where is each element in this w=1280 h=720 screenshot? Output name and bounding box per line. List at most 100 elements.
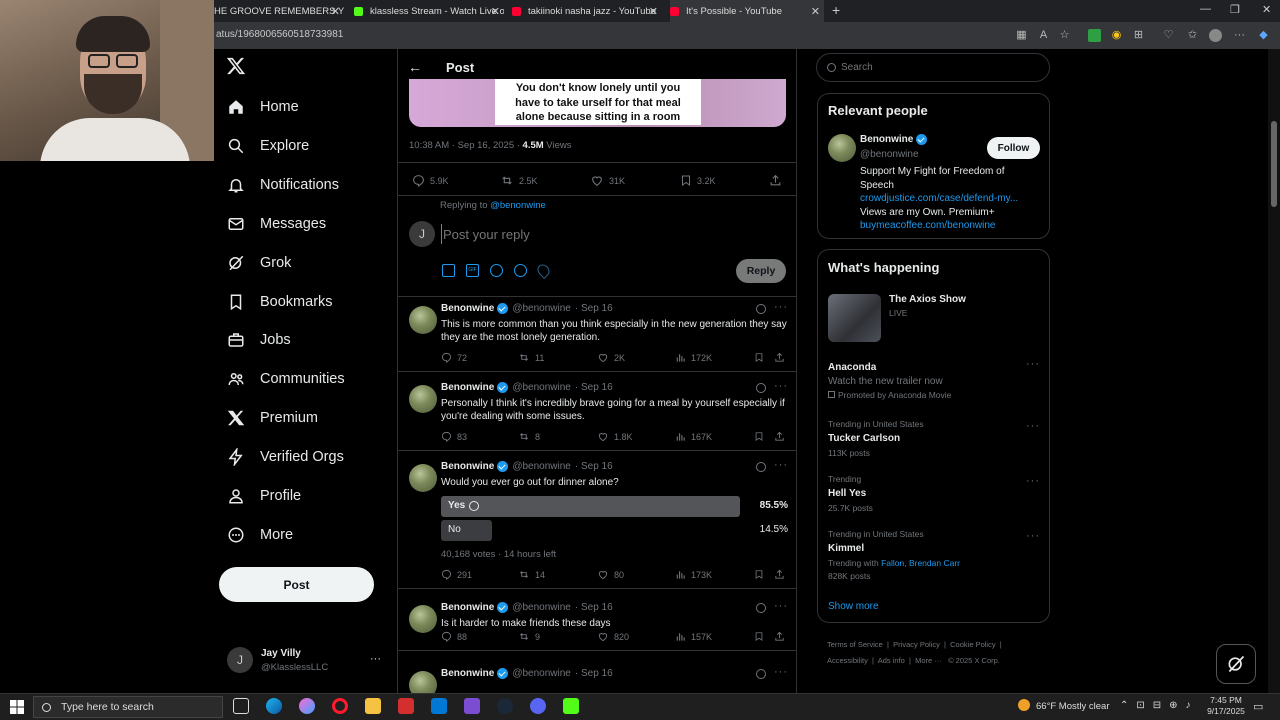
reply-input[interactable] xyxy=(441,224,721,244)
nav-item-jobs[interactable]: Jobs xyxy=(226,325,291,355)
bookmark-action[interactable] xyxy=(754,631,769,642)
nav-item-explore[interactable]: Explore xyxy=(226,131,309,161)
grok-explain-icon[interactable] xyxy=(756,462,766,472)
account-more-icon[interactable]: ··· xyxy=(370,653,381,665)
views-action[interactable]: 157K xyxy=(675,631,712,642)
repost-action[interactable]: 8 xyxy=(518,431,540,442)
opera-icon[interactable] xyxy=(332,698,348,714)
follow-button[interactable]: Follow xyxy=(987,137,1040,159)
trend-more-icon[interactable]: ··· xyxy=(1026,530,1040,542)
author-name[interactable]: Benonwine xyxy=(441,303,494,314)
app-icon[interactable] xyxy=(464,698,480,714)
grok-explain-icon[interactable] xyxy=(756,669,766,679)
outlook-icon[interactable] xyxy=(431,698,447,714)
grok-explain-icon[interactable] xyxy=(756,383,766,393)
show-more-link[interactable]: Show more xyxy=(828,601,879,612)
close-tab-icon[interactable]: ✕ xyxy=(811,5,820,18)
nav-item-verified-orgs[interactable]: Verified Orgs xyxy=(226,442,344,472)
tweet-more-icon[interactable]: ··· xyxy=(774,380,788,392)
nav-item-messages[interactable]: Messages xyxy=(226,209,326,239)
person-name[interactable]: Benonwine xyxy=(860,134,913,145)
nav-item-grok[interactable]: Grok xyxy=(226,248,291,278)
avatar[interactable] xyxy=(409,464,437,492)
bookmark-action[interactable]: 3.2K xyxy=(680,174,716,187)
location-icon[interactable] xyxy=(535,262,552,279)
share-action[interactable] xyxy=(774,352,790,363)
tweet-more-icon[interactable]: ··· xyxy=(774,666,788,678)
tweet-date[interactable]: · Sep 16 xyxy=(575,303,613,314)
footer-link[interactable]: Ads info xyxy=(878,656,905,665)
post-media-image[interactable]: You don't know lonely until you have to … xyxy=(409,79,786,127)
post-button[interactable]: Post xyxy=(219,567,374,602)
app-icon[interactable] xyxy=(563,698,579,714)
emoji-icon[interactable] xyxy=(514,264,527,277)
avatar[interactable] xyxy=(409,306,437,334)
avatar[interactable] xyxy=(409,385,437,413)
tweet-more-icon[interactable]: ··· xyxy=(774,600,788,612)
page-scrollbar[interactable] xyxy=(1268,49,1280,693)
footer-link[interactable]: More ··· xyxy=(915,656,942,665)
profile-avatar-icon[interactable] xyxy=(1209,29,1222,42)
like-action[interactable]: 820 xyxy=(597,631,629,642)
trend-item[interactable]: Trending in United States Kimmel Trendin… xyxy=(828,529,960,581)
nav-item-notifications[interactable]: Notifications xyxy=(226,170,339,200)
browser-tab-active[interactable]: It's Possible - YouTube ✕ xyxy=(670,0,824,22)
like-action[interactable]: 31K xyxy=(590,174,625,187)
copilot-taskbar-icon[interactable] xyxy=(299,698,315,714)
share-action[interactable] xyxy=(774,631,790,642)
grok-explain-icon[interactable] xyxy=(756,603,766,613)
repost-action[interactable]: 11 xyxy=(518,352,544,363)
like-action[interactable]: 1.8K xyxy=(597,431,633,442)
edge-icon[interactable] xyxy=(266,698,282,714)
steam-icon[interactable] xyxy=(497,698,513,714)
footer-link[interactable]: Accessibility xyxy=(827,656,868,665)
bio-link[interactable]: buymeacoffee.com/benonwine xyxy=(860,219,1040,233)
user-avatar[interactable]: J xyxy=(227,647,253,673)
nav-item-more[interactable]: More xyxy=(226,520,293,550)
share-icon[interactable] xyxy=(769,174,787,187)
tweet-date[interactable]: · Sep 16 xyxy=(575,461,613,472)
nav-item-communities[interactable]: Communities xyxy=(226,364,345,394)
account-name[interactable]: Jay Villy xyxy=(261,648,301,659)
app-icon[interactable] xyxy=(530,698,546,714)
new-tab-button[interactable]: + xyxy=(832,2,840,18)
back-arrow-icon[interactable]: ← xyxy=(408,59,422,75)
browser-tab[interactable]: HE GROOVE REMEMBERS YOU ✕ xyxy=(214,0,344,22)
live-title[interactable]: The Axios Show xyxy=(889,294,966,305)
settings-more-icon[interactable]: ··· xyxy=(1233,29,1246,42)
views-action[interactable]: 172K xyxy=(675,352,712,363)
close-tab-icon[interactable]: ✕ xyxy=(331,5,340,18)
author-name[interactable]: Benonwine xyxy=(441,382,494,393)
author-name[interactable]: Benonwine xyxy=(441,461,494,472)
tweet-date[interactable]: · Sep 16 xyxy=(575,602,613,613)
extension-icon[interactable]: ⊞ xyxy=(1132,29,1145,42)
file-explorer-icon[interactable] xyxy=(365,698,381,714)
read-aloud-icon[interactable]: A xyxy=(1037,29,1050,42)
reply-action[interactable]: 83 xyxy=(441,431,467,442)
repost-action[interactable]: 2.5K xyxy=(500,174,538,187)
nav-item-home[interactable]: Home xyxy=(226,92,299,122)
reply-action[interactable]: 5.9K xyxy=(412,174,449,187)
extension-icon[interactable]: ◉ xyxy=(1110,29,1123,42)
repost-action[interactable]: 9 xyxy=(518,631,540,642)
tweet-more-icon[interactable]: ··· xyxy=(774,301,788,313)
trend-more-icon[interactable]: ··· xyxy=(1026,358,1040,370)
reply-button[interactable]: Reply xyxy=(736,259,786,283)
repost-action[interactable]: 14 xyxy=(518,569,545,580)
app-icon[interactable] xyxy=(398,698,414,714)
avatar[interactable] xyxy=(828,134,856,162)
share-action[interactable] xyxy=(774,431,790,442)
like-action[interactable]: 2K xyxy=(597,352,625,363)
bio-link[interactable]: crowdjustice.com/case/defend-my... xyxy=(860,192,1040,206)
close-tab-icon[interactable]: ✕ xyxy=(491,5,500,18)
x-logo-icon[interactable] xyxy=(226,56,246,81)
tweet-date[interactable]: · Sep 16 xyxy=(575,382,613,393)
browser-tab[interactable]: takiinoki nasha jazz - YouTube ✕ xyxy=(512,0,662,22)
nav-item-profile[interactable]: Profile xyxy=(226,481,301,511)
nav-item-premium[interactable]: Premium xyxy=(226,403,318,433)
trend-item[interactable]: Trending in United States Tucker Carlson… xyxy=(828,419,924,458)
search-input[interactable] xyxy=(841,62,1031,73)
avatar[interactable] xyxy=(409,605,437,633)
clock[interactable]: 7:45 PM 9/17/2025 xyxy=(1206,695,1246,717)
trend-item[interactable]: Anaconda Watch the new trailer now Promo… xyxy=(828,362,951,400)
